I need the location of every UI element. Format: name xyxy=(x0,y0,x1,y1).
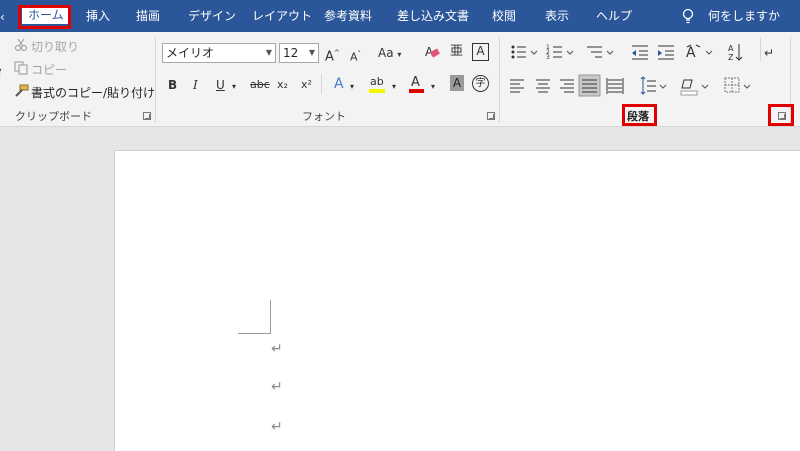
paragraph-mark: ↵ xyxy=(271,379,283,395)
shrink-font-button[interactable]: A˅ xyxy=(350,45,361,67)
change-case-button[interactable]: Aa ▾ xyxy=(378,44,401,64)
svg-text:↵: ↵ xyxy=(764,46,774,60)
clear-formatting-icon[interactable]: A xyxy=(424,44,440,60)
paste-icon-partial[interactable]: ｨ xyxy=(0,62,3,82)
clipboard-dialog-launcher-icon[interactable] xyxy=(143,112,151,120)
shading-icon[interactable] xyxy=(680,79,709,96)
chevron-down-icon: ▼ xyxy=(308,48,315,57)
font-name-combo[interactable]: メイリオ ▼ xyxy=(162,43,276,63)
margin-corner-mark xyxy=(270,300,271,334)
copy-button[interactable]: コピー xyxy=(31,61,67,78)
tab-mailings[interactable]: 差し込み文書 xyxy=(397,8,469,24)
grow-font-icon: A xyxy=(325,49,334,65)
document-page[interactable]: ↵ ↵ ↵ xyxy=(114,150,800,451)
asian-layout-icon[interactable]: A xyxy=(686,44,713,61)
lightbulb-icon xyxy=(682,8,694,24)
font-group-label: フォント xyxy=(302,110,346,123)
scissors-icon xyxy=(14,38,28,52)
decrease-indent-icon[interactable] xyxy=(632,45,648,60)
text-effects-button[interactable]: A xyxy=(334,75,344,93)
highlight-color-swatch xyxy=(369,89,385,93)
separator xyxy=(760,37,761,61)
format-painter-icon xyxy=(15,84,29,97)
group-separator xyxy=(155,37,156,123)
borders-icon[interactable] xyxy=(724,77,751,93)
distributed-icon[interactable] xyxy=(606,78,624,94)
align-left-icon[interactable] xyxy=(510,79,524,93)
bullets-icon[interactable] xyxy=(511,45,538,59)
sort-icon[interactable]: AZ xyxy=(728,44,743,62)
tab-help[interactable]: ヘルプ xyxy=(596,8,632,24)
svg-text:Z: Z xyxy=(728,53,734,62)
numbering-icon[interactable]: 1 2 3 xyxy=(546,44,574,61)
font-size-combo[interactable]: 12 ▼ xyxy=(279,43,319,63)
ribbon-tab-bar: ‹ ホーム 挿入 描画 デザイン レイアウト 参考資料 差し込み文書 校閲 表示… xyxy=(0,0,800,32)
superscript-button[interactable]: x² xyxy=(301,76,312,94)
paragraph-mark: ↵ xyxy=(271,419,283,435)
margin-corner-mark xyxy=(238,333,271,334)
format-painter-button[interactable]: 書式のコピー/貼り付け xyxy=(31,84,155,101)
paragraph-mark: ↵ xyxy=(271,341,283,357)
tab-review[interactable]: 校閲 xyxy=(492,8,516,24)
change-case-icon: Aa xyxy=(378,46,394,60)
svg-text:3: 3 xyxy=(546,54,550,61)
back-chevron-icon[interactable]: ‹ xyxy=(0,9,5,25)
grow-font-button[interactable]: A^ xyxy=(325,44,340,66)
character-border-button[interactable]: A xyxy=(472,43,489,61)
subscript-button[interactable]: x₂ xyxy=(277,76,288,94)
tab-draw[interactable]: 描画 xyxy=(136,8,160,24)
highlight-box-paragraph-label xyxy=(622,104,657,126)
chevron-down-icon: ▼ xyxy=(265,48,272,57)
phonetic-guide-button[interactable]: 亜 xyxy=(450,43,463,61)
copy-icon xyxy=(14,61,28,75)
chevron-down-icon: ▾ xyxy=(397,50,402,59)
chevron-down-icon[interactable]: ▾ xyxy=(431,78,435,96)
align-right-icon[interactable] xyxy=(560,79,574,93)
svg-text:A: A xyxy=(728,44,734,53)
paragraph-tools: 1 2 3 A AZ ↵ xyxy=(510,44,774,97)
line-spacing-icon[interactable] xyxy=(640,76,667,95)
enclose-characters-button[interactable]: 字 xyxy=(472,75,489,92)
highlight-box-paragraph-launcher xyxy=(768,104,794,126)
underline-button[interactable]: U xyxy=(216,76,225,94)
font-name-value: メイリオ xyxy=(166,46,215,60)
chevron-down-icon[interactable]: ▾ xyxy=(232,78,236,96)
chevron-down-icon[interactable]: ▾ xyxy=(350,78,354,96)
cut-button[interactable]: 切り取り xyxy=(31,38,79,55)
group-separator xyxy=(499,37,500,123)
clipboard-group-label: クリップボード xyxy=(15,110,92,123)
show-hide-marks-icon[interactable]: ↵ xyxy=(764,46,774,60)
tab-references[interactable]: 参考資料 xyxy=(324,8,372,24)
align-center-icon[interactable] xyxy=(536,79,550,93)
strikethrough-button[interactable]: abc xyxy=(250,76,270,94)
svg-text:A: A xyxy=(686,45,696,61)
font-color-swatch xyxy=(409,89,424,93)
tab-insert[interactable]: 挿入 xyxy=(86,8,110,24)
shrink-font-icon: A xyxy=(350,50,358,64)
tell-me-search[interactable]: 何をしますか xyxy=(708,8,780,24)
font-dialog-launcher-icon[interactable] xyxy=(487,112,495,120)
character-shading-button[interactable]: A xyxy=(450,75,464,91)
tab-design[interactable]: デザイン xyxy=(188,8,236,24)
font-size-value: 12 xyxy=(283,46,299,60)
separator xyxy=(321,74,322,94)
bold-button[interactable]: B xyxy=(168,76,177,94)
italic-button[interactable]: I xyxy=(193,76,198,94)
highlight-box-home-tab xyxy=(18,5,71,29)
justify-icon[interactable] xyxy=(578,74,601,97)
tab-layout[interactable]: レイアウト xyxy=(252,8,312,24)
increase-indent-icon[interactable] xyxy=(658,45,674,60)
multilevel-list-icon[interactable] xyxy=(587,46,614,58)
tab-view[interactable]: 表示 xyxy=(545,8,569,24)
chevron-down-icon[interactable]: ▾ xyxy=(392,78,396,96)
